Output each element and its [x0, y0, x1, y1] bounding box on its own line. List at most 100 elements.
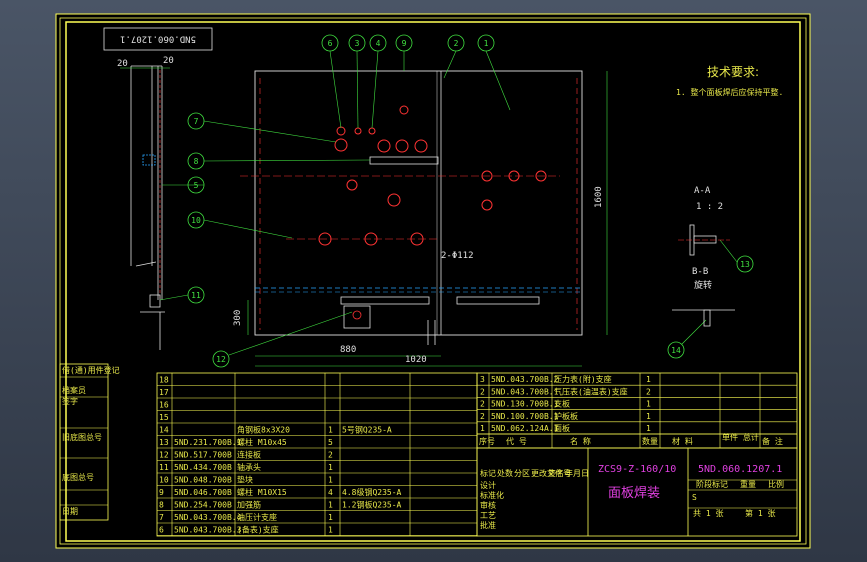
drawing-number-rotated: 5ND.060.1207.1	[120, 34, 196, 44]
bom-left-name: 角钢板8x3X20	[237, 425, 290, 435]
title-block-label: 年月日	[565, 468, 589, 478]
stage-mark: S	[692, 493, 697, 502]
scale-label: 比例	[768, 479, 784, 489]
bom-right-qty: 1	[646, 412, 651, 421]
bom-left-no: 11	[159, 463, 169, 472]
callout-4: 4	[376, 39, 381, 48]
title-block-label: 处数	[497, 468, 513, 478]
bom-left-no: 15	[159, 413, 169, 422]
bom-right-code: 5ND.043.700B.2	[491, 375, 559, 384]
title-block-label: 工艺	[480, 511, 496, 520]
bom-header-material: 材 料	[672, 436, 693, 446]
dim-height: 1600	[594, 186, 604, 208]
bom-left-material: 1.2钢板Q235-A	[342, 500, 402, 510]
bom-left-code: 5ND.254.700B	[174, 501, 232, 510]
cad-viewport: 5ND.060.1207.1 技术要求: 1. 整个面板焊后应保持平整. 20 …	[0, 0, 867, 562]
bom-header-code: 代 号	[506, 436, 527, 446]
section-bb-label: B-B	[692, 267, 708, 277]
title-drawing-number: 5ND.060.1207.1	[698, 464, 782, 475]
side-label-2: 底图总号	[62, 472, 94, 482]
bom-right-qty: 2	[646, 387, 651, 396]
title-block-label: 设计	[480, 480, 496, 490]
weight-label: 重量	[740, 479, 756, 489]
bom-left-qty: 4	[328, 488, 333, 497]
bom-right-no: 2	[480, 400, 485, 409]
side-label-4: 日期	[62, 507, 78, 516]
bom-left-qty: 1	[328, 513, 333, 522]
bom-right-no: 3	[480, 375, 485, 384]
bom-right-name: 气压表(油温表)支座	[554, 386, 628, 396]
title-block-label: 签名	[548, 468, 564, 478]
callout-11: 11	[191, 291, 201, 300]
bom-left-no: 8	[159, 501, 164, 510]
bom-left-name: 垫块	[237, 475, 253, 485]
callout-9: 9	[402, 39, 407, 48]
bom-left-no: 17	[159, 388, 169, 397]
dim-bottom-height: 300	[233, 310, 243, 326]
callout-8: 8	[194, 157, 199, 166]
title-block-label: 批准	[480, 520, 496, 530]
bom-right-name: 压力表(附)支座	[554, 374, 612, 384]
title-block-label: 分区	[514, 469, 530, 478]
bom-header-name: 名 称	[570, 436, 591, 446]
bom-left-code: 5ND.046.700B	[174, 488, 232, 497]
title-block-label: 标记	[480, 468, 496, 478]
hole-label: 2-Φ112	[441, 251, 474, 261]
bom-header-unit-weight: 单件 总计	[722, 432, 759, 442]
title-block-label: 标准化	[480, 490, 504, 500]
bom-left-material: 4.8级钢Q235-A	[342, 487, 402, 497]
bom-left-no: 10	[159, 476, 169, 485]
bom-left-material: 5号钢Q235-A	[342, 425, 392, 435]
bom-left-qty: 1	[328, 463, 333, 472]
bom-header-qty: 数量	[642, 436, 658, 446]
part-name: 面板焊装	[608, 485, 660, 501]
bom-left-qty: 5	[328, 438, 333, 447]
bom-right-no: 1	[480, 424, 485, 433]
bom-left-name: (备表)支座	[237, 525, 279, 535]
callout-14: 14	[671, 346, 681, 355]
bom-right-code: 5ND.100.700B.1	[491, 412, 559, 421]
bom-right-name: 支板	[554, 399, 570, 409]
bom-left-no: 12	[159, 451, 169, 460]
bom-left-no: 14	[159, 426, 169, 435]
bom-right-qty: 1	[646, 375, 651, 384]
bom-left-no: 7	[159, 513, 164, 522]
dim-right-top: 20	[163, 56, 174, 66]
bom-left-code: 5ND.048.700B	[174, 476, 232, 485]
bom-left-qty: 1	[328, 426, 333, 435]
title-block-label: 审核	[480, 500, 496, 510]
callout-5: 5	[194, 181, 199, 190]
bom-left-no: 18	[159, 376, 169, 385]
dim-left-top: 20	[117, 59, 128, 69]
bom-right-no: 2	[480, 412, 485, 421]
bom-left-qty: 1	[328, 526, 333, 535]
bom-left-qty: 1	[328, 476, 333, 485]
bom-right-name: 面板	[554, 423, 570, 433]
stage-label: 阶段标记	[696, 479, 728, 489]
bom-header-remark: 备 注	[762, 436, 783, 446]
drawing-canvas: 5ND.060.1207.1 技术要求: 1. 整个面板焊后应保持平整. 20 …	[55, 13, 811, 549]
bom-right-name: 护板板	[554, 411, 578, 421]
bom-left-qty: 1	[328, 501, 333, 510]
tech-requirements-title: 技术要求:	[707, 65, 759, 79]
sheet-no: 第 1 张	[745, 508, 775, 518]
side-label-1: 旧底图总号	[62, 432, 102, 442]
bom-header-no: 序号	[479, 436, 495, 446]
bom-left-no: 9	[159, 488, 164, 497]
side-label-5: 档案员	[62, 385, 86, 395]
callout-6: 6	[328, 39, 333, 48]
side-label-0: 借(通)用件登记	[62, 365, 120, 375]
bom-left-no: 13	[159, 438, 169, 447]
section-aa-scale: 1 : 2	[696, 202, 723, 212]
callout-3: 3	[355, 39, 360, 48]
callout-10: 10	[191, 216, 201, 225]
dim-overall-width: 1020	[405, 355, 427, 365]
callout-2: 2	[454, 39, 459, 48]
bom-left-no: 16	[159, 401, 169, 410]
bom-right-qty: 1	[646, 400, 651, 409]
bom-right-code: 5ND.130.700B.1	[491, 400, 559, 409]
callout-7: 7	[194, 117, 199, 126]
bom-left-name: 轴承头	[237, 462, 261, 472]
bom-left-name: 螺柱 M10x45	[237, 437, 287, 447]
bom-left-code: 5ND.434.700B	[174, 463, 232, 472]
